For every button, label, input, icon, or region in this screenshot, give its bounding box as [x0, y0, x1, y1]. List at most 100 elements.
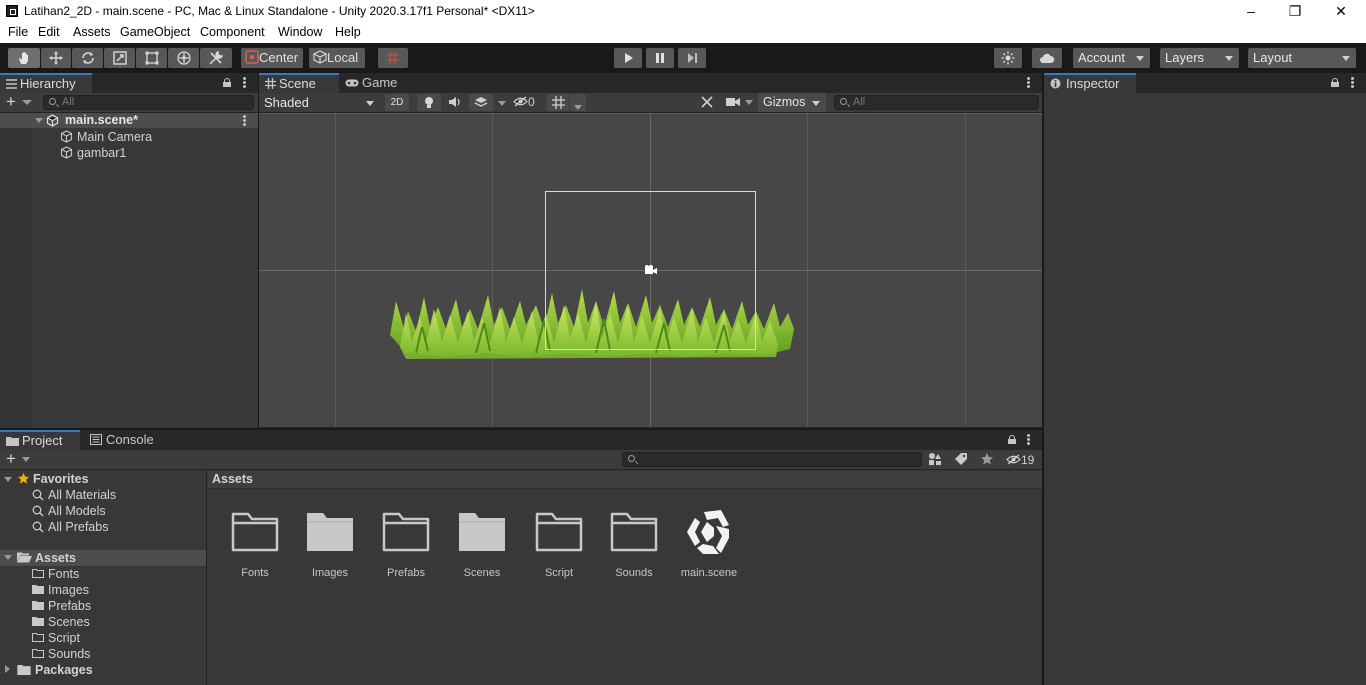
hidden-packages-toggle[interactable]: 19 [1006, 452, 1040, 468]
create-add-icon[interactable]: + [6, 93, 16, 110]
scene-options-icon[interactable] [243, 115, 246, 126]
project-search-input[interactable] [622, 452, 922, 467]
menu-help[interactable]: Help [335, 25, 361, 39]
snap-settings-button[interactable] [378, 48, 408, 68]
tab-inspector[interactable]: Inspector [1044, 73, 1136, 93]
lock-icon[interactable] [1331, 78, 1339, 87]
gizmos-dropdown[interactable]: Gizmos [758, 93, 826, 112]
camera-gizmo-icon[interactable] [644, 265, 658, 275]
search-by-label-button[interactable] [954, 452, 972, 468]
hierarchy-search-input[interactable]: All [43, 95, 254, 110]
scene-search-input[interactable]: All [834, 95, 1039, 110]
scene-options-icon[interactable] [1027, 77, 1030, 88]
favorite-all-materials[interactable]: All Materials [32, 487, 116, 503]
expand-caret-icon[interactable] [35, 118, 43, 123]
asset-folder-prefabs[interactable]: Prefabs [32, 598, 91, 614]
scene-grid-toggle[interactable] [547, 94, 569, 111]
create-add-icon[interactable]: + [6, 450, 16, 467]
breadcrumb[interactable]: Assets [208, 471, 1042, 489]
favorites-section[interactable]: Favorites [17, 471, 89, 487]
services-button[interactable] [994, 48, 1022, 68]
effects-dropdown-icon[interactable] [498, 101, 506, 106]
asset-folder-label: Prefabs [48, 599, 92, 613]
expand-caret-icon[interactable] [4, 555, 12, 560]
scene-search-placeholder: All [853, 96, 866, 108]
scene-camera-dropdown[interactable] [725, 94, 757, 111]
grid-snap-icon [387, 52, 399, 64]
layers-dropdown[interactable]: Layers [1160, 48, 1239, 68]
menu-edit[interactable]: Edit [38, 25, 60, 39]
tab-scene[interactable]: Scene [259, 73, 339, 93]
asset-folder-script[interactable]: Script [32, 630, 80, 646]
favorites-label: Favorites [33, 472, 89, 486]
rotate-tool-button[interactable] [72, 48, 103, 68]
effects-toggle[interactable] [469, 94, 493, 111]
minimize-button[interactable]: – [1231, 2, 1271, 21]
hidden-objects-toggle[interactable]: 0 [513, 94, 543, 111]
tab-console-label: Console [106, 432, 154, 447]
hierarchy-item-main-camera[interactable]: Main Camera [60, 129, 152, 145]
play-button[interactable] [614, 48, 642, 68]
favorite-all-models[interactable]: All Models [32, 503, 106, 519]
lighting-toggle[interactable] [417, 94, 441, 111]
project-options-icon[interactable] [1027, 434, 1030, 445]
hand-tool-button[interactable] [8, 48, 40, 68]
asset-folder-sounds[interactable]: Sounds [32, 646, 90, 662]
tools-icon [701, 96, 713, 108]
tab-project[interactable]: Project [0, 430, 80, 450]
pivot-toggle-button[interactable]: Center [241, 48, 303, 68]
maximize-button[interactable]: ❐ [1275, 2, 1315, 21]
custom-tool-button[interactable] [200, 48, 232, 68]
inspector-options-icon[interactable] [1351, 77, 1354, 88]
search-icon [32, 489, 44, 501]
asset-folder-images[interactable]: Images [32, 582, 89, 598]
transform-tool-button[interactable] [168, 48, 199, 68]
cloud-button[interactable] [1032, 48, 1062, 68]
pause-button[interactable] [646, 48, 674, 68]
collapse-caret-icon[interactable] [5, 665, 10, 673]
scale-tool-button[interactable] [104, 48, 135, 68]
menu-gameobject[interactable]: GameObject [120, 25, 190, 39]
step-button[interactable] [678, 48, 706, 68]
packages-root[interactable]: Packages [17, 662, 93, 678]
account-dropdown[interactable]: Account [1073, 48, 1150, 68]
hierarchy-item-gambar1[interactable]: gambar1 [60, 145, 126, 161]
audio-toggle[interactable] [444, 94, 466, 111]
scene-tools-button[interactable] [700, 94, 720, 111]
hierarchy-item-label: gambar1 [77, 146, 127, 160]
folder-empty-icon [32, 633, 44, 643]
create-dropdown-icon[interactable] [22, 100, 32, 105]
move-tool-button[interactable] [41, 48, 71, 68]
search-by-type-button[interactable] [928, 452, 946, 468]
menu-window[interactable]: Window [278, 25, 322, 39]
assets-root-row[interactable]: Assets [0, 550, 206, 566]
2d-mode-toggle[interactable]: 2D [385, 94, 409, 111]
star-icon [17, 472, 30, 484]
tab-console[interactable]: Console [84, 430, 164, 450]
lock-icon[interactable] [223, 78, 231, 87]
menu-file[interactable]: File [8, 25, 28, 39]
scene-row[interactable]: main.scene* [0, 113, 258, 128]
lock-icon[interactable] [1008, 435, 1016, 444]
layout-dropdown[interactable]: Layout [1248, 48, 1356, 68]
favorite-all-prefabs[interactable]: All Prefabs [32, 519, 108, 535]
tab-hierarchy[interactable]: Hierarchy [0, 73, 92, 93]
tag-icon [955, 453, 967, 465]
shading-mode-dropdown[interactable]: Shaded [259, 93, 380, 112]
expand-caret-icon[interactable] [4, 477, 12, 482]
rect-tool-button[interactable] [136, 48, 167, 68]
asset-folder-scenes[interactable]: Scenes [32, 614, 90, 630]
space-toggle-button[interactable]: Local [309, 48, 365, 68]
scene-grid-dropdown[interactable] [570, 94, 586, 111]
menu-component[interactable]: Component [200, 25, 265, 39]
menu-assets[interactable]: Assets [73, 25, 111, 39]
pivot-label: Center [259, 50, 299, 65]
hierarchy-options-icon[interactable] [243, 77, 246, 88]
favorite-search-button[interactable] [980, 452, 998, 468]
create-dropdown-icon[interactable] [22, 457, 30, 462]
tab-game[interactable]: Game [339, 73, 409, 93]
asset-folder-fonts[interactable]: Fonts [32, 566, 79, 582]
asset-tile-label: Script [544, 567, 574, 579]
scene-viewport[interactable] [259, 113, 1042, 427]
close-button[interactable]: ✕ [1321, 2, 1361, 21]
